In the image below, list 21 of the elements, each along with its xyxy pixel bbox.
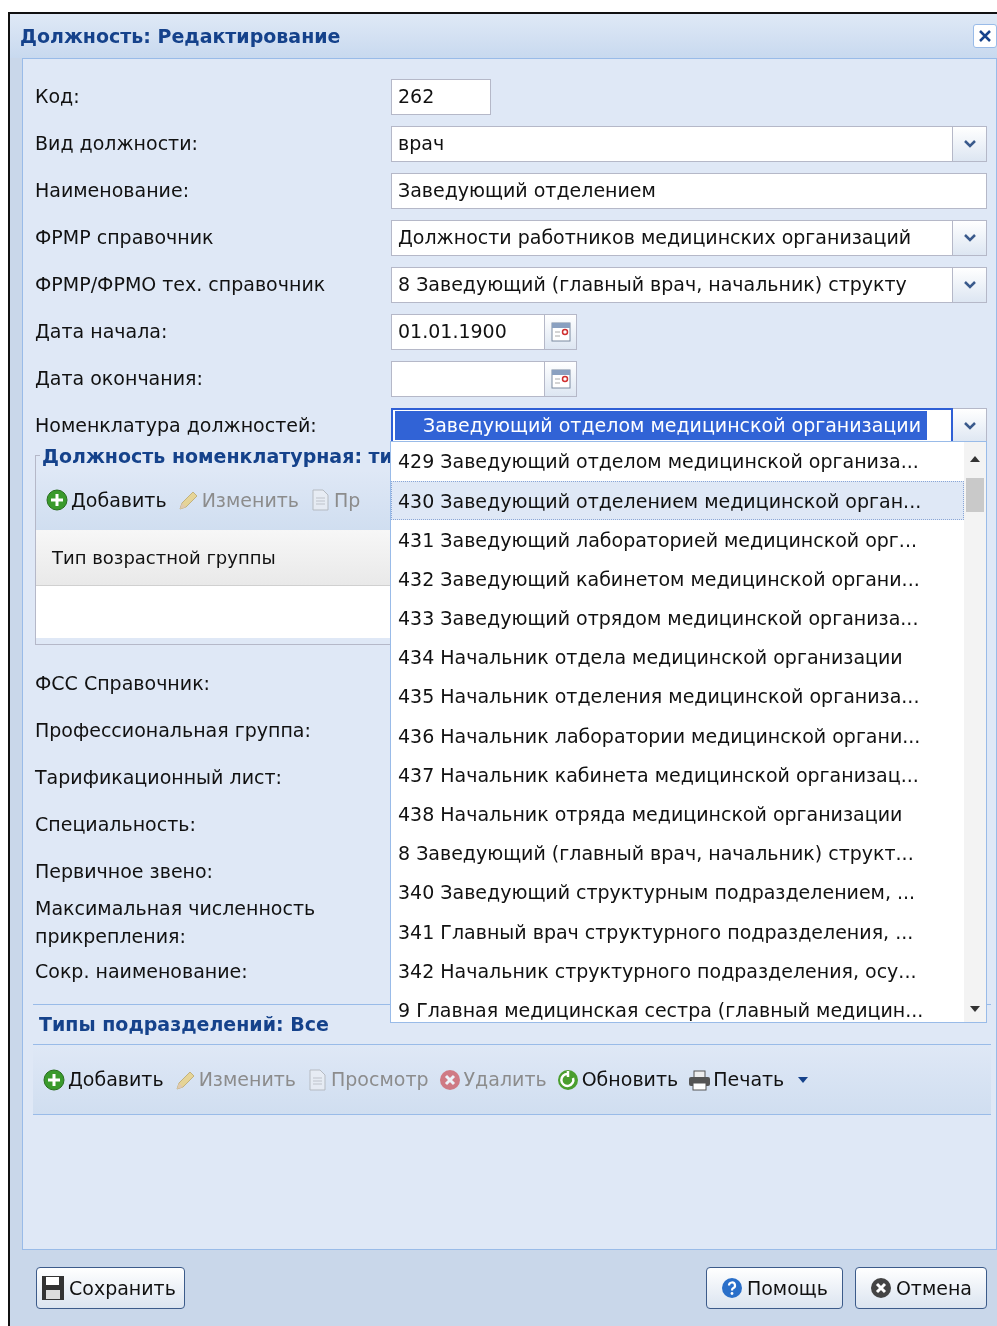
field-label: Наименование:	[35, 178, 191, 204]
field-label: Вид должности:	[35, 131, 199, 157]
toolbar-button: Удалить	[438, 1065, 547, 1094]
toolbar-button: Просмотр	[306, 1065, 429, 1094]
field-label: Максимальная численность прикрепления:	[35, 896, 317, 949]
field-label: Дата начала:	[35, 319, 169, 345]
field-label: Тарификационный лист:	[35, 764, 283, 790]
field-label: Дата окончания:	[35, 366, 204, 392]
field-label: Первичное звено:	[35, 858, 215, 884]
field-label: ФРМР/ФРМО тех. справочник	[35, 272, 327, 298]
field-label: Код:	[35, 84, 81, 110]
field-label: Специальность:	[35, 811, 197, 837]
window-title: Должность: Редактирование	[20, 23, 341, 49]
field-label: Сокр. наименование:	[35, 959, 249, 984]
field-label: Номенклатура должностей:	[35, 413, 318, 439]
toolbar-button: Изменить	[173, 1065, 296, 1094]
field-label: ФСС Справочник:	[35, 670, 212, 696]
field-label: Профессиональная группа:	[35, 717, 312, 743]
field-label: ФРМР справочник	[35, 225, 215, 251]
toolbar-button: Изменить	[176, 485, 299, 515]
toolbar-button: Пр	[309, 485, 361, 515]
